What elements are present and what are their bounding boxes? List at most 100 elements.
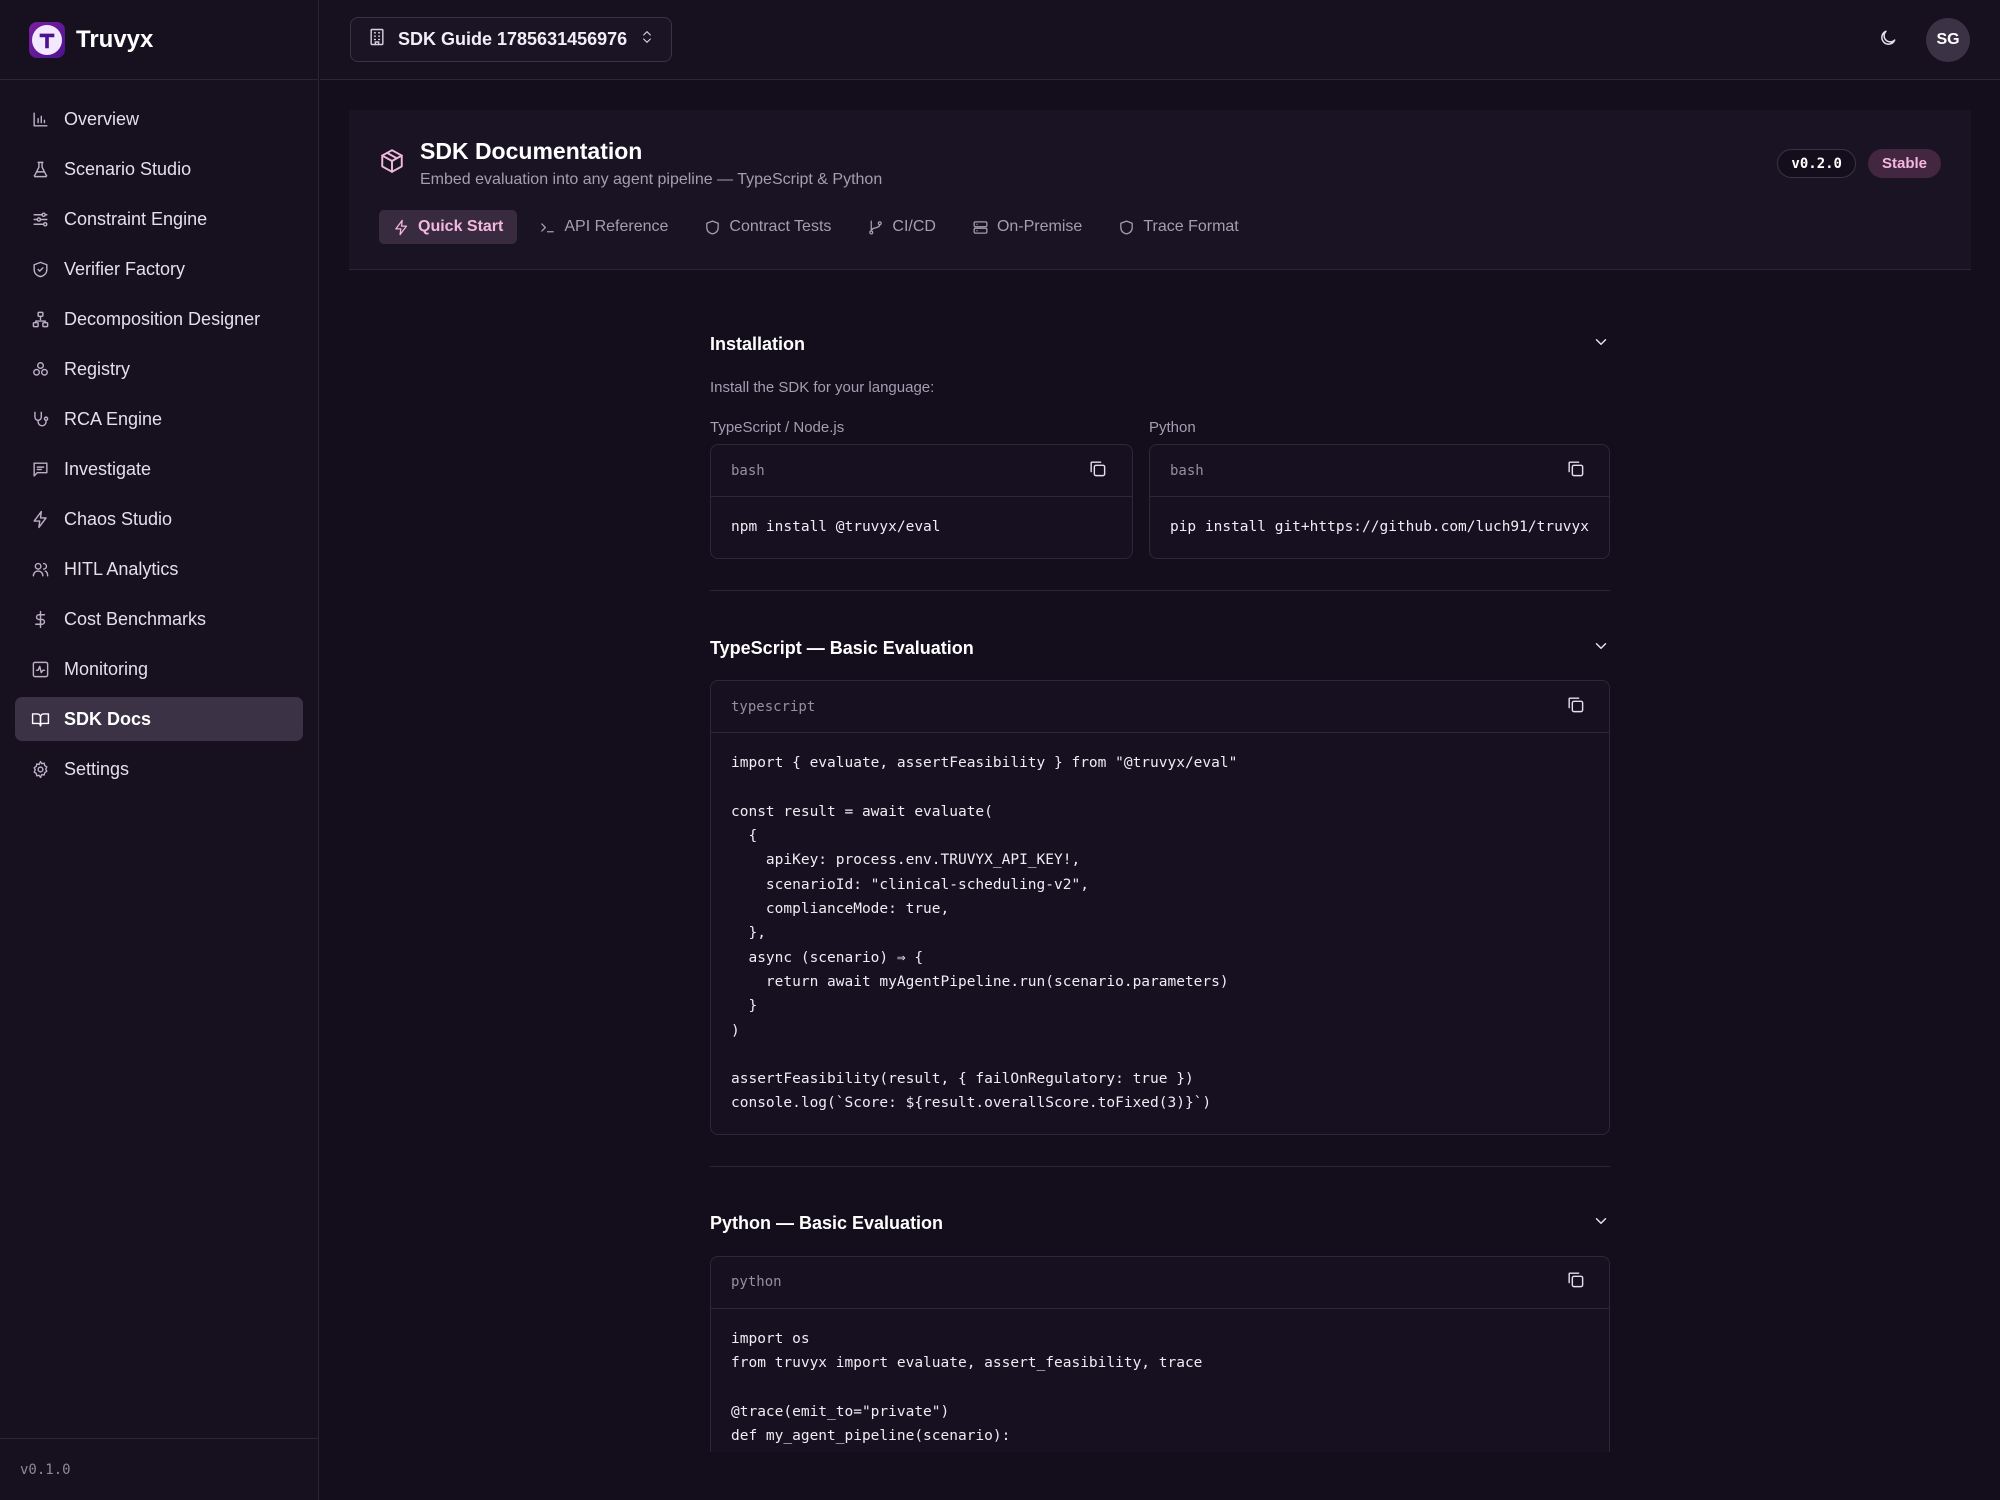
code-block-header: python (711, 1257, 1609, 1309)
sidebar-nav: Overview Scenario Studio Constraint Engine… (0, 80, 318, 791)
install-python: Python bash pip install git+https://gith… (1148, 419, 1610, 560)
section-divider (710, 590, 1610, 592)
building-icon (367, 27, 387, 52)
tab-label: Quick Start (418, 218, 504, 235)
workspace-switcher[interactable]: SDK Guide 1785631456976 (350, 17, 673, 62)
sidebar-item-label: HITL Analytics (64, 558, 179, 579)
install-grid: TypeScript / Node.js bash npm install @t… (710, 419, 1610, 560)
git-branch-icon (869, 219, 883, 235)
moon-icon (1878, 28, 1898, 53)
installation-description: Install the SDK for your language: (710, 379, 935, 396)
tab-trace-format[interactable]: Trace Format (1104, 210, 1252, 244)
docs-content: Installation Install the SDK for your la… (710, 320, 1610, 1452)
zap-icon (395, 219, 408, 235)
shield-check-icon (29, 258, 51, 280)
version-badge: v0.2.0 (1777, 149, 1856, 178)
sidebar-item-label: Chaos Studio (64, 508, 173, 529)
copy-button[interactable] (1561, 693, 1589, 721)
app-root: Truvyx Overview Scenario Studio Constraint… (0, 0, 2000, 1500)
tab-api-reference[interactable]: API Reference (525, 210, 682, 244)
section-ts-basic-header[interactable]: TypeScript — Basic Evaluation (710, 624, 1610, 672)
tab-on-premise[interactable]: On-Premise (958, 210, 1096, 244)
page-title: SDK Documentation (420, 138, 643, 164)
section-divider (710, 1165, 1610, 1167)
shield-icon (1120, 219, 1134, 235)
code-block-header: typescript (711, 681, 1609, 734)
code-language: typescript (731, 698, 816, 715)
sidebar-item-rca-engine[interactable]: RCA Engine (15, 397, 303, 441)
sidebar-item-overview[interactable]: Overview (15, 97, 303, 141)
flask-icon (29, 158, 51, 180)
sidebar-item-settings[interactable]: Settings (15, 747, 303, 791)
tab-label: API Reference (564, 218, 669, 235)
tab-ci-cd[interactable]: CI/CD (853, 210, 950, 244)
sidebar-item-registry[interactable]: Registry (15, 347, 303, 391)
sidebar-item-label: Constraint Engine (64, 208, 208, 229)
sidebar-footer: v0.1.0 (0, 1438, 318, 1500)
tab-label: Trace Format (1143, 218, 1239, 235)
chevrons-up-down-icon (639, 29, 655, 50)
code-language: bash (731, 462, 765, 479)
sidebar-item-scenario-studio[interactable]: Scenario Studio (15, 147, 303, 191)
language-label: Python (1148, 419, 1196, 436)
sidebar-item-monitoring[interactable]: Monitoring (15, 647, 303, 691)
copy-icon (1566, 695, 1585, 719)
brand-logo-icon (29, 21, 65, 58)
tab-label: Contract Tests (729, 218, 832, 235)
code-block: bash npm install @truvyx/eval (710, 444, 1133, 560)
app-version: v0.1.0 (20, 1461, 71, 1478)
status-badge: Stable (1867, 149, 1941, 178)
sidebar-item-sdk-docs[interactable]: SDK Docs (15, 697, 303, 741)
code-language: bash (1169, 462, 1204, 479)
topbar: SDK Guide 1785631456976 SG (320, 0, 2000, 80)
sidebar-item-label: SDK Docs (64, 708, 152, 729)
brand-name: Truvyx (76, 25, 154, 53)
network-icon (29, 308, 51, 330)
sidebar-item-verifier-factory[interactable]: Verifier Factory (15, 247, 303, 291)
book-open-icon (29, 708, 51, 730)
zap-icon (29, 508, 51, 530)
sliders-icon (29, 208, 51, 230)
code-content[interactable]: npm install @truvyx/eval (711, 497, 1132, 558)
brand[interactable]: Truvyx (0, 0, 318, 80)
tab-label: On-Premise (996, 218, 1083, 235)
sidebar-item-investigate[interactable]: Investigate (15, 447, 303, 491)
sidebar-item-hitl-analytics[interactable]: HITL Analytics (15, 547, 303, 591)
dollar-icon (29, 608, 51, 630)
code-content[interactable]: import os from truvyx import evaluate, a… (711, 1309, 1609, 1452)
user-avatar[interactable]: SG (1926, 18, 1970, 62)
sidebar-item-label: Decomposition Designer (64, 308, 261, 329)
sidebar-item-cost-benchmarks[interactable]: Cost Benchmarks (15, 597, 303, 641)
activity-icon (29, 658, 51, 680)
section-installation-header[interactable]: Installation (710, 320, 1610, 368)
copy-button[interactable] (1084, 457, 1112, 485)
code-block: python import os from truvyx import eval… (710, 1255, 1610, 1452)
sidebar-item-label: RCA Engine (64, 408, 163, 429)
boxes-icon (29, 358, 51, 380)
code-content[interactable]: pip install git+https://github.com/luch9… (1150, 497, 1609, 558)
sidebar-item-label: Scenario Studio (64, 158, 192, 179)
copy-button[interactable] (1561, 457, 1589, 485)
copy-button[interactable] (1561, 1268, 1589, 1296)
tab-contract-tests[interactable]: Contract Tests (690, 210, 845, 244)
section-title: Installation (710, 333, 806, 354)
page-badges: v0.2.0 Stable (1777, 149, 1941, 178)
shield-icon (706, 219, 720, 235)
code-block-header: bash (711, 445, 1132, 497)
sidebar-item-constraint-engine[interactable]: Constraint Engine (15, 197, 303, 241)
code-block: bash pip install git+https://github.com/… (1148, 444, 1610, 560)
copy-icon (1566, 459, 1585, 483)
sidebar-item-chaos-studio[interactable]: Chaos Studio (15, 497, 303, 541)
tab-quick-start[interactable]: Quick Start (379, 210, 518, 244)
page-subtitle: Embed evaluation into any agent pipeline… (420, 171, 883, 188)
sidebar-item-label: Registry (64, 358, 131, 379)
section-py-basic-header[interactable]: Python — Basic Evaluation (710, 1200, 1610, 1248)
docs-tabs: Quick Start API Reference Contract Tests CI… (379, 210, 1253, 244)
package-icon (379, 148, 405, 179)
bar-chart-icon (29, 108, 51, 130)
sidebar-item-decomposition-designer[interactable]: Decomposition Designer (15, 297, 303, 341)
copy-icon (1088, 459, 1107, 483)
code-content[interactable]: import { evaluate, assertFeasibility } f… (711, 733, 1609, 1133)
theme-toggle-button[interactable] (1868, 20, 1908, 60)
chevron-down-icon (1592, 333, 1610, 356)
